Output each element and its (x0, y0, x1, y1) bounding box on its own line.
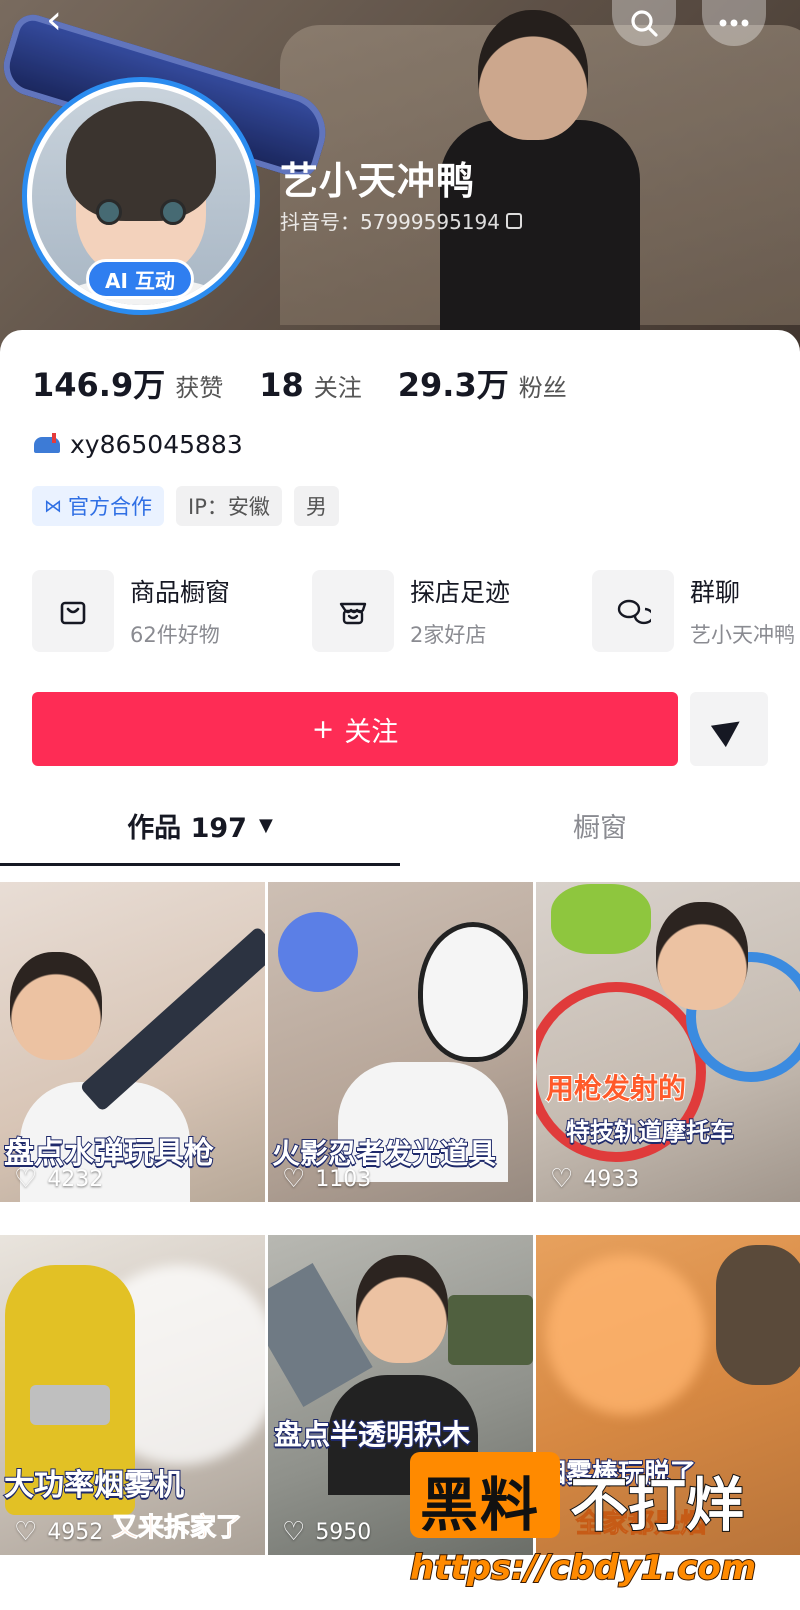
video-likes: ♡ 1103 (282, 1166, 371, 1192)
stat-likes[interactable]: 146.9万 获赞 (32, 360, 223, 406)
watermark-text-a: 黑料 (420, 1471, 541, 1539)
video-likes: ♡ 4933 (550, 1166, 639, 1192)
watermark-url: https://cbdy1.com (409, 1547, 757, 1589)
profile-signature: xy865045883 (32, 430, 243, 459)
video-thumbnail[interactable]: 大功率烟雾机 又来拆家了 ♡ 4952 (0, 1235, 265, 1555)
stat-following[interactable]: 18 关注 (259, 366, 362, 404)
stat-value: 146.9万 (32, 366, 166, 404)
search-icon (631, 10, 658, 37)
stat-label: 获赞 (175, 374, 224, 402)
profile-services: 商品橱窗 62件好物 探店足迹 2家好店 群聊 艺小天冲鸭 (32, 570, 800, 654)
follow-button[interactable]: + 关注 (32, 692, 678, 766)
profile-nickname: 艺小天冲鸭 (280, 159, 476, 203)
heart-icon: ♡ (282, 1164, 306, 1194)
service-subtitle: 62件好物 (130, 623, 220, 647)
stat-value: 29.3万 (397, 366, 509, 404)
service-title: 群聊 (690, 578, 741, 607)
heart-icon: ♡ (14, 1164, 38, 1194)
like-count: 1103 (315, 1166, 372, 1192)
heart-icon: ♡ (14, 1517, 38, 1547)
service-showcase[interactable]: 商品橱窗 62件好物 (32, 570, 230, 652)
watermark-overlay: 黑料 不打烊 https://cbdy1.com (400, 1452, 780, 1602)
official-cooperation-tag[interactable]: ⋈ 官方合作 (32, 486, 164, 526)
video-likes: ♡ 4952 (14, 1519, 103, 1545)
ip-location-tag: IP：安徽 (176, 486, 282, 526)
heart-icon: ♡ (550, 1164, 574, 1194)
video-caption-sub: 又来拆家了 (111, 1513, 243, 1544)
profile-stats: 146.9万 获赞 18 关注 29.3万 粉丝 (32, 360, 603, 406)
service-title: 探店足迹 (410, 578, 511, 607)
service-subtitle: 艺小天冲鸭 (690, 623, 795, 647)
signature-text: xy865045883 (70, 430, 243, 459)
heart-icon: ♡ (282, 1517, 306, 1547)
store-icon (312, 570, 394, 652)
video-caption-top: 用枪发射的 (545, 1071, 687, 1106)
video-caption: 盘点半透明积木 (273, 1417, 471, 1452)
tab-works[interactable]: 作品 197 ▼ (0, 790, 400, 866)
profile-tags: ⋈ 官方合作 IP：安徽 男 (32, 486, 339, 526)
mailbox-icon (32, 431, 66, 459)
watermark-text-b: 不打烊 (569, 1470, 745, 1540)
ai-interaction-badge[interactable]: AI 互动 (86, 259, 194, 299)
video-thumbnail[interactable]: 盘点水弹玩具枪 ♡ 4232 (0, 882, 265, 1202)
follow-label: 关注 (344, 716, 399, 748)
tab-showcase[interactable]: 橱窗 (400, 790, 800, 860)
service-title: 商品橱窗 (130, 578, 231, 607)
tag-label: 男 (305, 495, 327, 519)
back-button[interactable]: ‹ (46, 0, 86, 43)
official-cooperation-icon: ⋈ (44, 495, 62, 517)
chevron-left-icon: ‹ (46, 0, 62, 43)
like-count: 4933 (583, 1166, 640, 1192)
service-group-chat[interactable]: 群聊 艺小天冲鸭 (592, 570, 795, 652)
tag-label: 官方合作 (68, 495, 152, 519)
profile-tabs: 作品 197 ▼ 橱窗 (0, 790, 800, 866)
stat-label: 关注 (313, 374, 362, 402)
tab-label: 作品 197 (127, 812, 247, 844)
like-count: 5950 (315, 1519, 372, 1545)
video-caption: 特技轨道摩托车 (565, 1117, 735, 1147)
video-thumbnail[interactable]: 用枪发射的 特技轨道摩托车 ♡ 4933 (536, 882, 800, 1202)
stat-followers[interactable]: 29.3万 粉丝 (398, 360, 567, 406)
profile-page: ‹ AI 互动 艺小天冲鸭 抖音号：57999595194 146.9万 获赞 (0, 0, 800, 1610)
service-store-visits[interactable]: 探店足迹 2家好店 (312, 570, 510, 652)
copy-icon[interactable] (505, 212, 522, 229)
douyin-id-text: 抖音号：57999595194 (280, 210, 500, 234)
like-count: 4952 (47, 1519, 104, 1545)
douyin-id[interactable]: 抖音号：57999595194 (280, 206, 522, 235)
video-likes: ♡ 5950 (282, 1519, 371, 1545)
profile-info-card: 146.9万 获赞 18 关注 29.3万 粉丝 xy865045883 ⋈ 官… (0, 330, 800, 880)
stat-value: 18 (259, 366, 304, 404)
tab-label: 橱窗 (573, 812, 627, 844)
video-thumbnail[interactable]: 火影忍者发光道具 ♡ 1103 (268, 882, 533, 1202)
caret-down-icon: ▼ (258, 814, 273, 836)
plus-icon: + (311, 713, 335, 745)
gender-tag: 男 (293, 486, 339, 526)
like-count: 4232 (47, 1166, 104, 1192)
video-likes: ♡ 4232 (14, 1166, 103, 1192)
service-subtitle: 2家好店 (410, 623, 487, 647)
shopping-bag-icon (32, 570, 114, 652)
send-message-button[interactable] (690, 692, 768, 766)
more-dots-icon (719, 19, 749, 27)
tag-label: IP：安徽 (188, 495, 270, 519)
chat-bubbles-icon (592, 570, 674, 652)
stat-label: 粉丝 (518, 374, 567, 402)
video-caption: 大功率烟雾机 (3, 1467, 185, 1504)
send-icon (710, 710, 748, 748)
